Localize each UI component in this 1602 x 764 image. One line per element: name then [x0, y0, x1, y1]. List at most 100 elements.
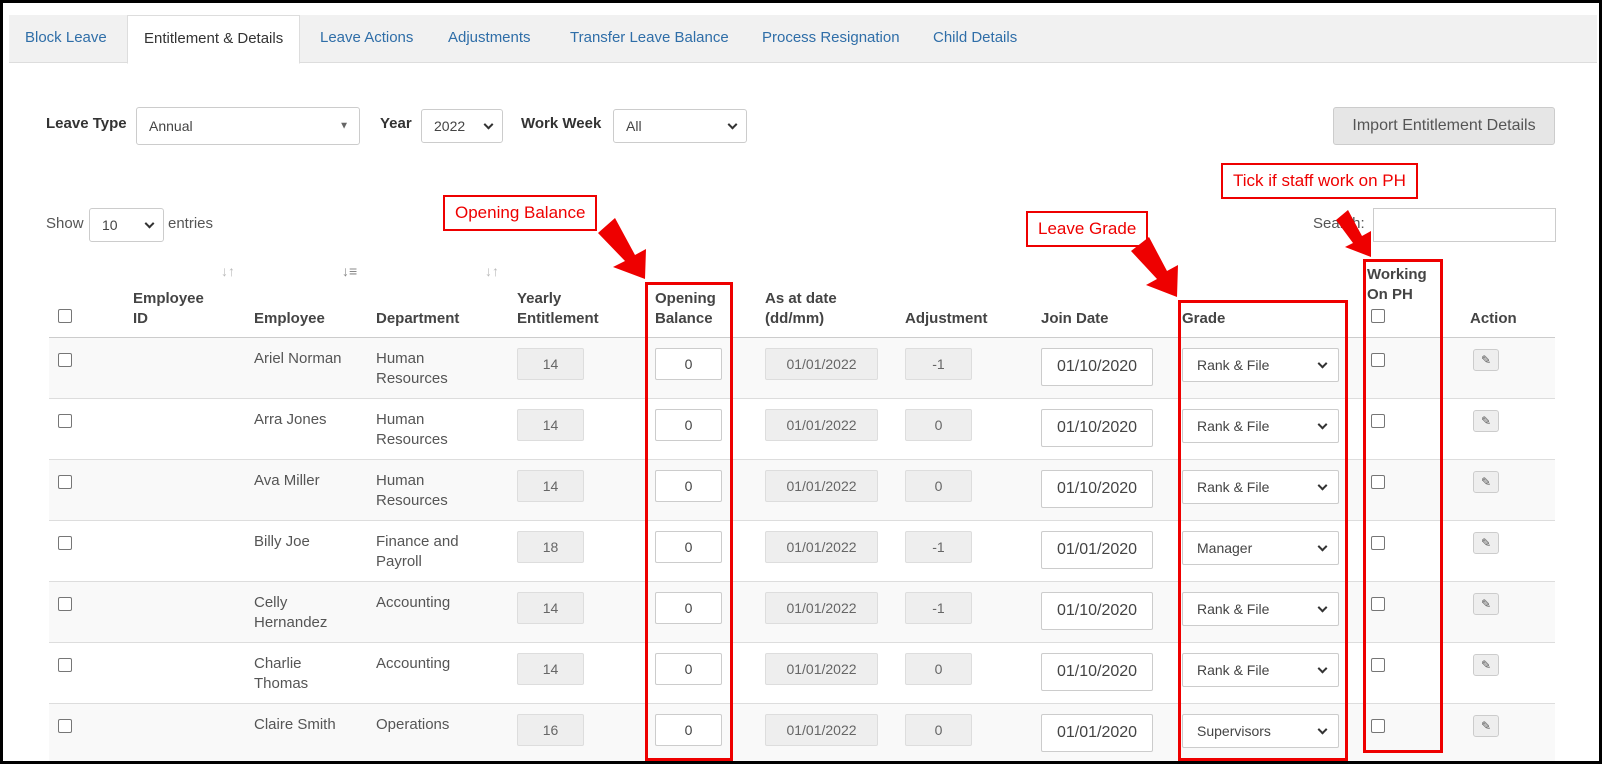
employee-name-line: Claire Smith	[254, 716, 336, 733]
yearly-entitlement-field: 14	[517, 409, 584, 441]
employee-name-line: Billy Joe	[254, 533, 310, 550]
department-line: Human	[376, 350, 425, 367]
col-label: Employee	[133, 290, 204, 307]
employee-name-line: Ariel Norman	[254, 350, 342, 367]
tab-entitlement-details[interactable]: Entitlement & Details	[127, 15, 301, 64]
leave-type-value: Annual	[149, 118, 193, 134]
row-checkbox[interactable]	[58, 414, 72, 428]
department-line: Accounting	[376, 655, 451, 672]
chevron-down-icon	[727, 119, 738, 130]
col-department[interactable]: Department	[376, 309, 459, 329]
work-week-select[interactable]: All	[613, 109, 747, 143]
col-employee-id[interactable]: Employee ID	[133, 289, 204, 329]
department-name: Operations	[376, 715, 449, 735]
select-all-checkbox[interactable]	[58, 309, 72, 323]
entries-label: entries	[168, 215, 214, 232]
sort-icon[interactable]: ↓↑	[485, 263, 499, 279]
col-as-at-date[interactable]: As at date (dd/mm)	[765, 289, 837, 329]
row-checkbox[interactable]	[58, 719, 72, 733]
import-entitlement-button[interactable]: Import Entitlement Details	[1333, 107, 1555, 145]
col-label: (dd/mm)	[765, 310, 825, 327]
yearly-entitlement-field: 14	[517, 653, 584, 685]
col-join-date[interactable]: Join Date	[1041, 309, 1109, 329]
show-label: Show	[46, 215, 84, 232]
search-label: Search:	[1313, 215, 1365, 232]
pencil-icon: ✎	[1480, 597, 1492, 611]
entries-value: 10	[102, 217, 118, 233]
tab-leave-actions[interactable]: Leave Actions	[304, 15, 429, 63]
department-name: Human Resources	[376, 410, 448, 450]
adjustment-field: 0	[905, 470, 972, 502]
sort-icon[interactable]: ↓≡	[342, 263, 357, 279]
employee-name-line: Hernandez	[254, 614, 328, 631]
department-name: Accounting	[376, 654, 450, 674]
employee-name: Ava Miller	[254, 471, 320, 491]
edit-button[interactable]: ✎	[1473, 715, 1499, 737]
department-name: Human Resources	[376, 471, 448, 511]
edit-button[interactable]: ✎	[1473, 593, 1499, 615]
edit-button[interactable]: ✎	[1473, 532, 1499, 554]
col-employee[interactable]: Employee	[254, 309, 325, 329]
department-name: Finance and Payroll	[376, 532, 459, 572]
row-checkbox[interactable]	[58, 475, 72, 489]
edit-button[interactable]: ✎	[1473, 349, 1499, 371]
yearly-entitlement-field: 14	[517, 592, 584, 624]
col-action[interactable]: Action	[1470, 309, 1517, 329]
leave-type-select[interactable]: Annual ▼	[136, 107, 360, 145]
employee-name: Charlie Thomas	[254, 654, 308, 694]
chevron-down-icon	[483, 119, 494, 130]
entries-select[interactable]: 10	[89, 208, 164, 242]
tab-transfer-leave-balance[interactable]: Transfer Leave Balance	[554, 15, 745, 63]
yearly-entitlement-field: 18	[517, 531, 584, 563]
pencil-icon: ✎	[1480, 719, 1492, 733]
department-line: Payroll	[376, 553, 422, 570]
join-date-input[interactable]: 01/10/2020	[1041, 348, 1153, 386]
row-checkbox[interactable]	[58, 658, 72, 672]
edit-button[interactable]: ✎	[1473, 471, 1499, 493]
department-line: Accounting	[376, 594, 451, 611]
yearly-entitlement-field: 16	[517, 714, 584, 746]
employee-name-line: Ava Miller	[254, 472, 320, 489]
pencil-icon: ✎	[1480, 536, 1492, 550]
employee-name: Ariel Norman	[254, 349, 342, 369]
join-date-input[interactable]: 01/10/2020	[1041, 409, 1153, 447]
join-date-input[interactable]: 01/01/2020	[1041, 531, 1153, 569]
row-checkbox[interactable]	[58, 597, 72, 611]
edit-button[interactable]: ✎	[1473, 654, 1499, 676]
department-name: Accounting	[376, 593, 450, 613]
department-line: Operations	[376, 716, 450, 733]
tab-adjustments[interactable]: Adjustments	[432, 15, 547, 63]
as-at-date-field: 01/01/2022	[765, 409, 878, 441]
col-adjustment[interactable]: Adjustment	[905, 309, 988, 329]
adjustment-field: -1	[905, 592, 972, 624]
col-yearly-entitlement[interactable]: Yearly Entitlement	[517, 289, 599, 329]
edit-button[interactable]: ✎	[1473, 410, 1499, 432]
join-date-input[interactable]: 01/10/2020	[1041, 592, 1153, 630]
department-line: Resources	[376, 370, 448, 387]
employee-name-line: Arra Jones	[254, 411, 327, 428]
adjustment-field: -1	[905, 348, 972, 380]
join-date-input[interactable]: 01/10/2020	[1041, 470, 1153, 508]
join-date-input[interactable]: 01/10/2020	[1041, 653, 1153, 691]
pencil-icon: ✎	[1480, 414, 1492, 428]
search-input[interactable]	[1373, 208, 1556, 242]
join-date-input[interactable]: 01/01/2020	[1041, 714, 1153, 752]
row-checkbox[interactable]	[58, 353, 72, 367]
employee-name: Arra Jones	[254, 410, 327, 430]
employee-name: Billy Joe	[254, 532, 310, 552]
work-week-label: Work Week	[521, 115, 602, 132]
tab-bar: Block Leave Entitlement & Details Leave …	[9, 15, 1597, 64]
adjustment-field: 0	[905, 409, 972, 441]
tab-block-leave[interactable]: Block Leave	[9, 15, 123, 63]
year-select[interactable]: 2022	[421, 109, 503, 143]
chevron-down-icon	[144, 218, 155, 229]
tab-process-resignation[interactable]: Process Resignation	[746, 15, 916, 63]
sort-icon[interactable]: ↓↑	[221, 263, 235, 279]
col-label: As at date	[765, 290, 837, 307]
row-checkbox[interactable]	[58, 536, 72, 550]
app-frame: Block Leave Entitlement & Details Leave …	[0, 0, 1602, 764]
adjustment-field: -1	[905, 531, 972, 563]
tab-child-details[interactable]: Child Details	[917, 15, 1033, 63]
employee-name: Celly Hernandez	[254, 593, 327, 633]
yearly-entitlement-field: 14	[517, 348, 584, 380]
